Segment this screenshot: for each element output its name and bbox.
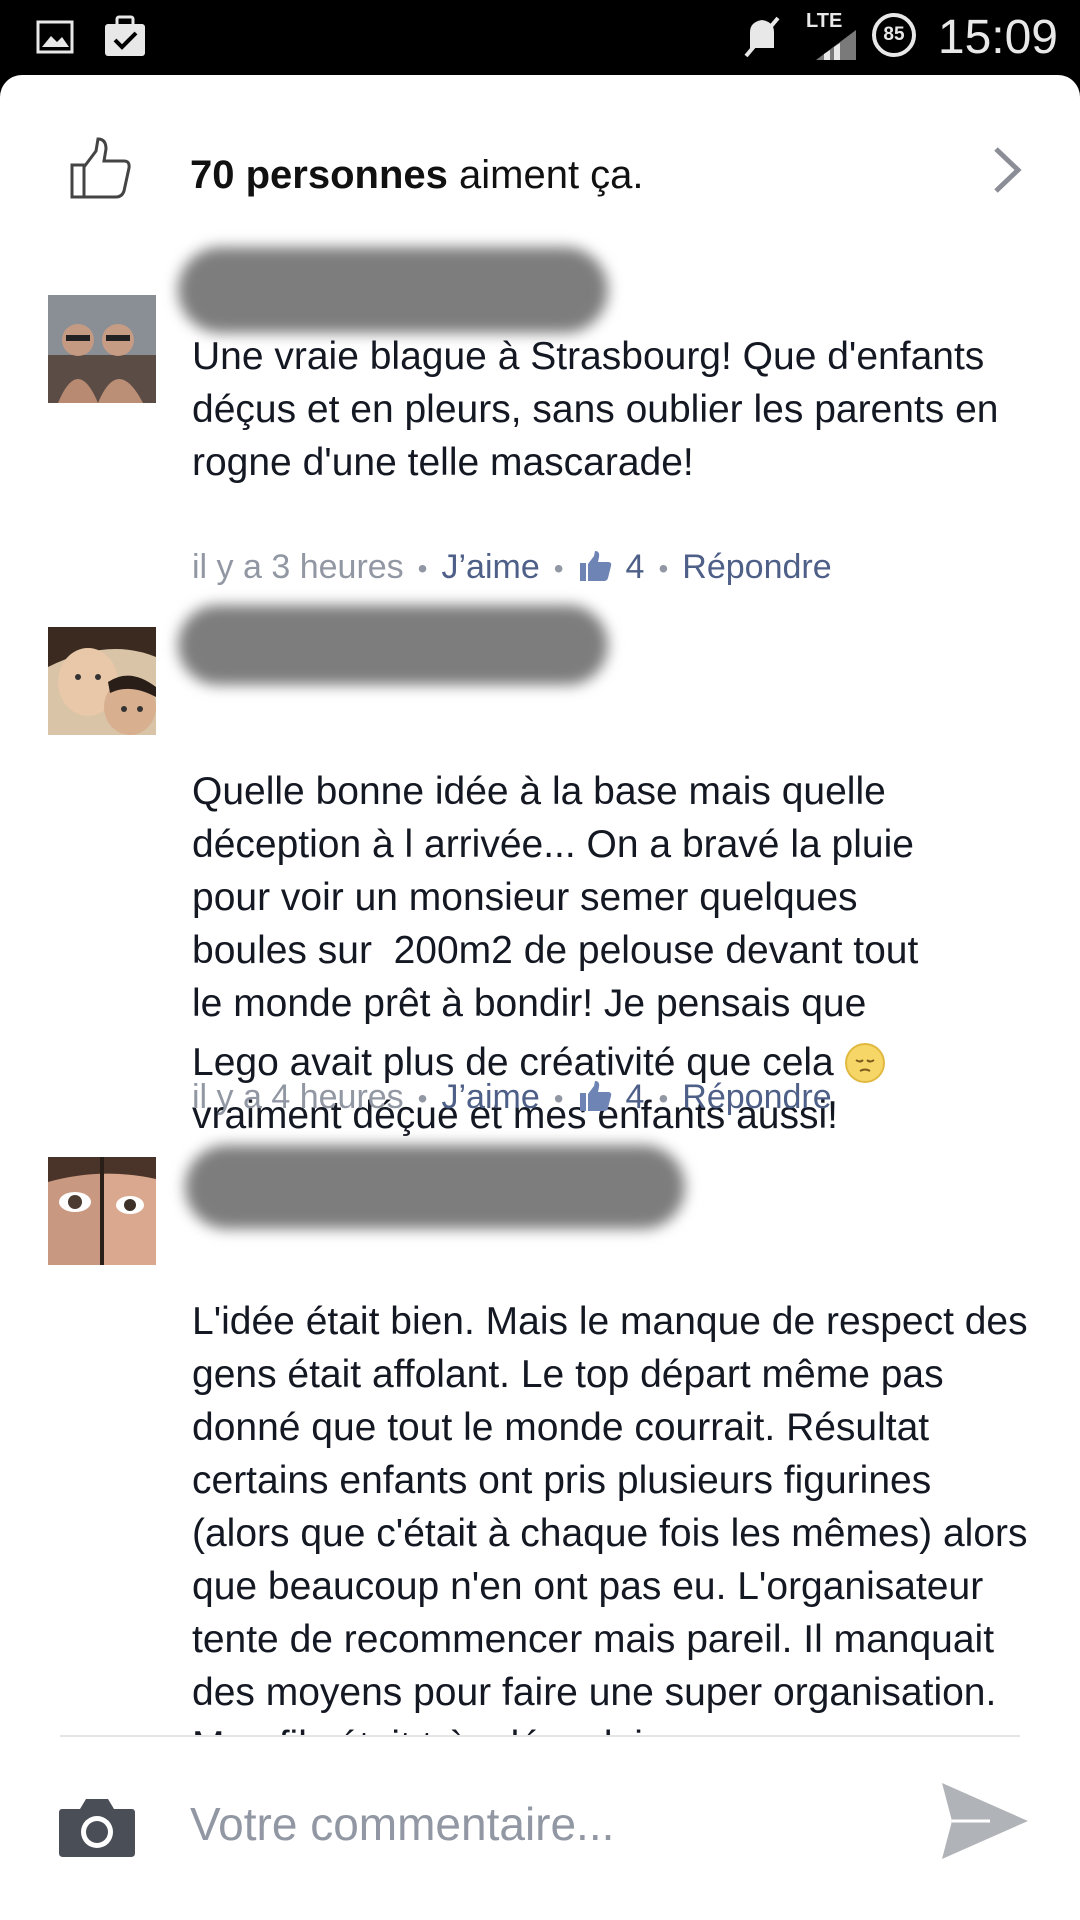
comment-text-clip: L'idée était bien. Mais le manque de res… bbox=[0, 1295, 1080, 1735]
like-count: 4 bbox=[625, 1078, 645, 1116]
like-link[interactable]: J’aime bbox=[441, 548, 539, 586]
pensive-face-emoji bbox=[844, 1043, 885, 1083]
likes-count: 70 personnes bbox=[190, 153, 448, 197]
comment-input[interactable] bbox=[190, 1789, 890, 1859]
comment-meta: il y a 4 heures • J’aime • 4 • Répondre bbox=[192, 1078, 832, 1116]
like-count: 4 bbox=[625, 548, 645, 586]
reply-link[interactable]: Répondre bbox=[682, 1078, 831, 1116]
comment-composer bbox=[0, 1737, 1080, 1920]
likes-suffix: aiment ça. bbox=[447, 153, 644, 197]
avatar[interactable] bbox=[48, 1157, 156, 1265]
like-count-icon bbox=[579, 551, 611, 581]
comment-line: pour voir un monsieur semer quelques bbox=[192, 876, 858, 919]
comments-panel: 70 personnes aiment ça. Une vraie blague… bbox=[0, 75, 1080, 1920]
comment-time: il y a 3 heures bbox=[192, 548, 404, 586]
comment-text: L'idée était bien. Mais le manque de res… bbox=[192, 1300, 1028, 1735]
avatar[interactable] bbox=[48, 295, 156, 403]
muted-icon bbox=[744, 16, 780, 58]
send-icon[interactable] bbox=[940, 1779, 1030, 1863]
reply-link[interactable]: Répondre bbox=[682, 548, 831, 586]
commenter-name-redacted bbox=[185, 1145, 685, 1229]
commenter-name-redacted bbox=[178, 247, 608, 333]
likes-summary[interactable]: 70 personnes aiment ça. bbox=[0, 75, 1080, 245]
comment-meta: il y a 3 heures • J’aime • 4 • Répondre bbox=[192, 548, 832, 586]
comment-line: le monde prêt à bondir! Je pensais que bbox=[192, 982, 867, 1025]
chevron-right-icon[interactable] bbox=[990, 145, 1024, 195]
likes-text: 70 personnes aiment ça. bbox=[190, 150, 644, 200]
comment-line: Quelle bonne idée à la base mais quelle bbox=[192, 770, 886, 813]
comment-line: déception à l arrivée... On a bravé la p… bbox=[192, 823, 914, 866]
like-count-icon bbox=[579, 1081, 611, 1111]
signal-icon bbox=[816, 30, 856, 60]
gallery-icon bbox=[36, 20, 74, 54]
comment-time: il y a 4 heures bbox=[192, 1078, 404, 1116]
battery-icon: 85 bbox=[872, 13, 916, 57]
clipboard-check-icon bbox=[105, 15, 145, 56]
thumbs-up-icon bbox=[70, 137, 131, 199]
status-bar: LTE 85 15:09 bbox=[0, 0, 1080, 75]
comment-line: boules sur 200m2 de pelouse devant tout bbox=[192, 929, 919, 972]
camera-icon[interactable] bbox=[58, 1795, 136, 1859]
avatar[interactable] bbox=[48, 627, 156, 735]
commenter-name-redacted bbox=[178, 605, 608, 685]
like-link[interactable]: J’aime bbox=[441, 1078, 539, 1116]
comment-text: Une vraie blague à Strasbourg! Que d'enf… bbox=[192, 335, 999, 484]
clock: 15:09 bbox=[937, 11, 1058, 64]
